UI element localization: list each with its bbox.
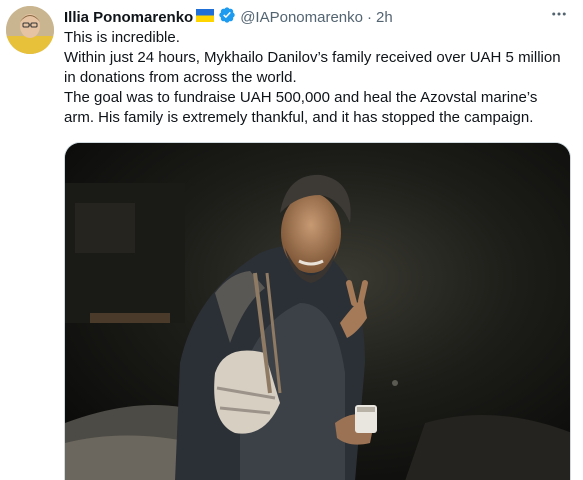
tweet-timestamp[interactable]: 2h xyxy=(376,9,393,26)
author-name[interactable]: Illia Ponomarenko xyxy=(64,9,193,26)
more-options-button[interactable] xyxy=(547,6,571,26)
separator-dot: · xyxy=(367,8,372,26)
tweet-text-line: The goal was to fundraise UAH 500,000 an… xyxy=(64,89,538,126)
tweet-text-line: This is incredible. xyxy=(64,29,180,46)
verified-badge-icon xyxy=(218,6,236,28)
tweet: Illia Ponomarenko @IAPonomarenko · 2h Th… xyxy=(0,0,583,480)
tweet-text: This is incredible. Within just 24 hours… xyxy=(64,28,569,128)
ukraine-flag-icon xyxy=(196,8,215,26)
tweet-header: Illia Ponomarenko @IAPonomarenko · 2h xyxy=(64,7,543,27)
tweet-text-line: Within just 24 hours, Mykhailo Danilov’s… xyxy=(64,49,561,86)
more-horizontal-icon xyxy=(550,5,568,28)
author-avatar[interactable] xyxy=(6,6,54,54)
author-handle[interactable]: @IAPonomarenko xyxy=(240,9,363,26)
tweet-photo[interactable] xyxy=(64,142,571,480)
soldier-photo-image xyxy=(65,143,570,480)
